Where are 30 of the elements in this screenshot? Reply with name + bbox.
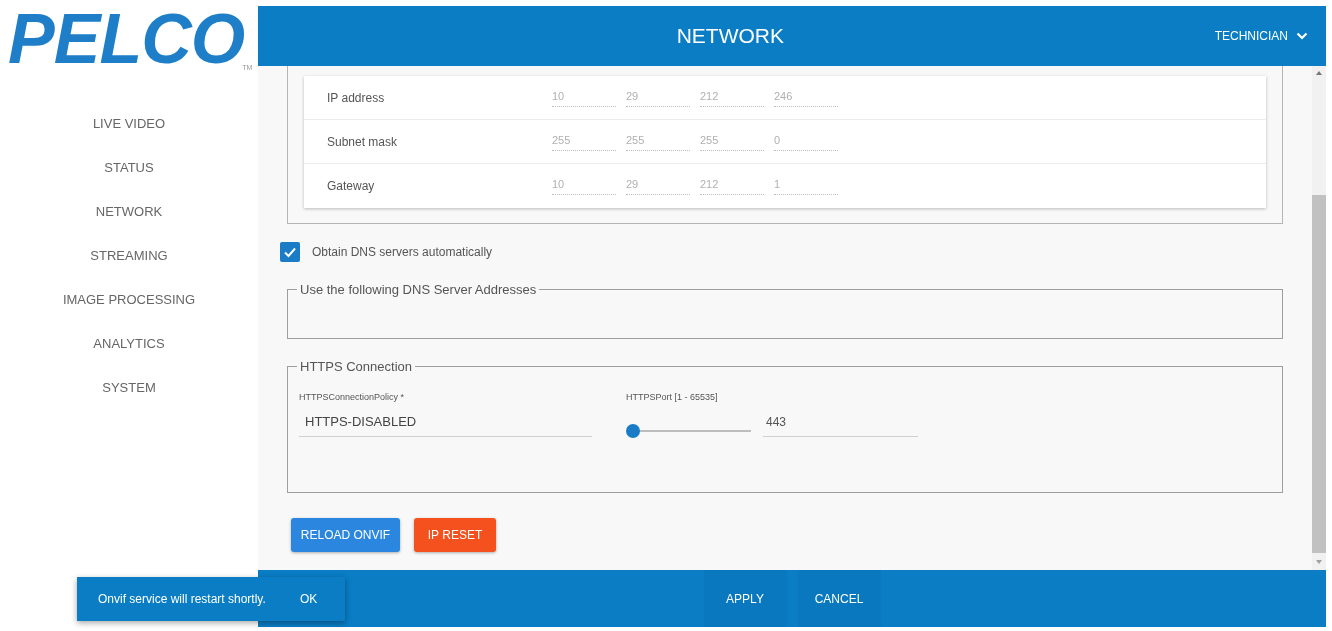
nav-item[interactable]: IMAGE PROCESSING (0, 278, 258, 322)
snackbar-ok-button[interactable]: OK (290, 577, 345, 621)
checkbox-checked-icon[interactable] (280, 242, 300, 262)
group-legend: Use the following DNS Server Addresses (300, 282, 537, 297)
nav-item[interactable]: LIVE VIDEO (0, 102, 258, 146)
reset-button[interactable]: IP RESET (414, 518, 496, 552)
nav-item[interactable]: ANALYTICS (0, 322, 258, 366)
reload-button[interactable]: RELOAD ONVIF (291, 518, 400, 552)
field-label: Subnet mask (327, 133, 399, 151)
apply-button[interactable]: APPLY (703, 570, 787, 627)
scroll-down-icon[interactable] (1316, 559, 1322, 564)
connection-policy-field[interactable]: HTTPSConnectionPolicy * HTTPS-DISABLED (299, 391, 592, 437)
field-label: IP address (327, 89, 386, 107)
group-legend: HTTPS Connection (300, 359, 412, 374)
field-label: HTTPSPort [1 - 65535] (626, 391, 719, 403)
field-label: Gateway (327, 178, 376, 195)
checkbox-label: Obtain DNS servers automatically (312, 244, 493, 261)
nav-item[interactable]: STATUS (0, 146, 258, 190)
scroll-up-icon[interactable] (1316, 71, 1322, 75)
snackbar-message: Onvif service will restart shortly. (98, 591, 266, 608)
nav-item[interactable]: STREAMING (0, 234, 258, 278)
nav-item[interactable]: SYSTEM (0, 366, 258, 410)
nav-item[interactable]: NETWORK (0, 190, 258, 234)
cancel-button[interactable]: CANCEL (797, 570, 881, 627)
slider-thumb[interactable] (626, 424, 640, 438)
page-title: NETWORK (676, 23, 784, 50)
user-menu-button[interactable]: TECHNICIAN (1202, 6, 1326, 66)
scrollbar-thumb[interactable] (1312, 195, 1326, 553)
chevron-down-icon (1296, 32, 1308, 40)
port-input[interactable]: 443 (763, 414, 918, 437)
